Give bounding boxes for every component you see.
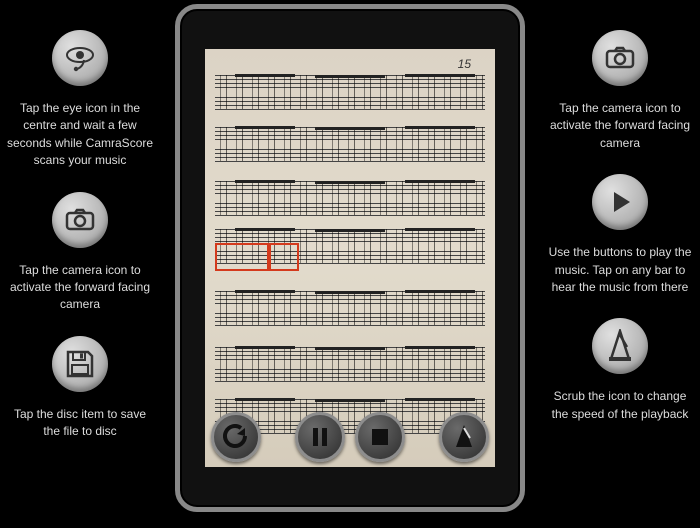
- back-button[interactable]: [211, 412, 261, 462]
- beam: [235, 74, 295, 77]
- feature-text: Tap the disc item to save the file to di…: [6, 406, 154, 441]
- feature-disc: Tap the disc item to save the file to di…: [6, 336, 154, 441]
- right-feature-column: Tap the camera icon to activate the forw…: [545, 30, 695, 445]
- feature-play: Use the buttons to play the music. Tap o…: [546, 174, 694, 296]
- feature-camera: Tap the camera icon to activate the forw…: [6, 192, 154, 314]
- score-page-number: 15: [458, 57, 471, 71]
- beam: [315, 181, 385, 184]
- note-glyphs: [215, 289, 485, 331]
- beam: [235, 180, 295, 183]
- beam: [405, 126, 475, 129]
- metronome-icon: [592, 318, 648, 374]
- playback-toolbar: [205, 409, 495, 465]
- beam: [405, 180, 475, 183]
- beam: [405, 74, 475, 77]
- feature-text: Tap the camera icon to activate the forw…: [546, 100, 694, 152]
- tablet-device: 15: [175, 4, 525, 512]
- staff-system[interactable]: [215, 75, 485, 113]
- scan-highlight-box: [215, 243, 269, 271]
- camera-icon: [52, 192, 108, 248]
- beam: [315, 291, 385, 294]
- beam: [235, 346, 295, 349]
- note-glyphs: [215, 345, 485, 387]
- beam: [405, 398, 475, 401]
- beam: [405, 346, 475, 349]
- beam: [315, 127, 385, 130]
- feature-eye: Tap the eye icon in the centre and wait …: [6, 30, 154, 170]
- beam: [405, 290, 475, 293]
- staff-system[interactable]: [215, 347, 485, 385]
- feature-text: Tap the camera icon to activate the forw…: [6, 262, 154, 314]
- disc-icon: [52, 336, 108, 392]
- note-glyphs: [215, 73, 485, 115]
- note-glyphs: [215, 125, 485, 167]
- left-feature-column: Tap the eye icon in the centre and wait …: [5, 30, 155, 463]
- feature-text: Scrub the icon to change the speed of th…: [546, 388, 694, 423]
- beam: [315, 229, 385, 232]
- stop-button[interactable]: [355, 412, 405, 462]
- pause-button[interactable]: [295, 412, 345, 462]
- eye-note-icon: [52, 30, 108, 86]
- beam: [405, 228, 475, 231]
- play-icon: [592, 174, 648, 230]
- beam: [235, 228, 295, 231]
- staff-system[interactable]: [215, 291, 485, 329]
- note-glyphs: [215, 179, 485, 221]
- beam: [315, 75, 385, 78]
- feature-camera-r: Tap the camera icon to activate the forw…: [546, 30, 694, 152]
- beam: [315, 347, 385, 350]
- beam: [235, 126, 295, 129]
- staff-system[interactable]: [215, 181, 485, 219]
- camera-icon: [592, 30, 648, 86]
- feature-text: Tap the eye icon in the centre and wait …: [6, 100, 154, 170]
- feature-text: Use the buttons to play the music. Tap o…: [546, 244, 694, 296]
- scan-highlight-box: [269, 243, 299, 271]
- app-screen[interactable]: 15: [205, 49, 495, 467]
- beam: [235, 398, 295, 401]
- metronome-button[interactable]: [439, 412, 489, 462]
- beam: [315, 399, 385, 402]
- feature-metronome: Scrub the icon to change the speed of th…: [546, 318, 694, 423]
- beam: [235, 290, 295, 293]
- staff-system[interactable]: [215, 127, 485, 165]
